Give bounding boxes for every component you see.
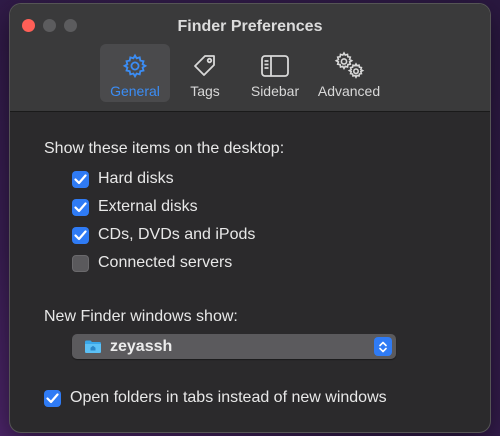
finder-preferences-window: Finder Preferences General Tags Sidebar … xyxy=(10,4,490,432)
new-window-heading: New Finder windows show: xyxy=(44,308,238,325)
cds-dvds-ipods-label: CDs, DVDs and iPods xyxy=(98,226,256,243)
checkmark-icon xyxy=(74,173,87,184)
tab-tags-label: Tags xyxy=(190,83,220,99)
gear-icon xyxy=(121,51,149,81)
checkmark-icon xyxy=(74,201,87,212)
desktop-items-heading: Show these items on the desktop: xyxy=(44,140,285,157)
new-window-location-value: zeyassh xyxy=(110,337,173,355)
general-pane: Show these items on the desktop: Hard di… xyxy=(10,112,490,432)
tab-advanced-label: Advanced xyxy=(317,83,381,99)
hard-disks-option[interactable]: Hard disks xyxy=(72,170,174,188)
hard-disks-checkbox[interactable] xyxy=(72,170,89,188)
tab-general[interactable]: General xyxy=(100,44,170,102)
checkmark-icon xyxy=(74,229,87,240)
external-disks-label: External disks xyxy=(98,198,198,215)
cds-dvds-ipods-option[interactable]: CDs, DVDs and iPods xyxy=(72,226,255,244)
window-title: Finder Preferences xyxy=(177,18,323,35)
external-disks-option[interactable]: External disks xyxy=(72,198,198,216)
tab-tags[interactable]: Tags xyxy=(170,44,240,102)
external-disks-checkbox[interactable] xyxy=(72,198,89,216)
tag-icon xyxy=(191,51,219,81)
hard-disks-label: Hard disks xyxy=(98,170,174,187)
cds-dvds-ipods-checkbox[interactable] xyxy=(72,226,89,244)
preferences-toolbar: General Tags Sidebar Advanced xyxy=(100,44,388,102)
open-folders-in-tabs-checkbox[interactable] xyxy=(44,389,61,407)
tab-general-label: General xyxy=(110,83,160,99)
open-folders-in-tabs-label: Open folders in tabs instead of new wind… xyxy=(70,389,387,406)
tab-advanced[interactable]: Advanced xyxy=(310,44,388,102)
tab-sidebar-label: Sidebar xyxy=(250,83,300,99)
tab-sidebar[interactable]: Sidebar xyxy=(240,44,310,102)
connected-servers-option[interactable]: Connected servers xyxy=(72,254,232,272)
popup-arrows-icon xyxy=(374,337,392,356)
connected-servers-checkbox[interactable] xyxy=(72,254,89,272)
title-bar: Finder Preferences General Tags Sidebar … xyxy=(10,4,490,112)
gears-icon xyxy=(332,51,366,81)
connected-servers-label: Connected servers xyxy=(98,254,233,271)
sidebar-icon xyxy=(260,51,290,81)
new-window-location-popup[interactable]: zeyassh xyxy=(72,334,396,359)
open-folders-in-tabs-option[interactable]: Open folders in tabs instead of new wind… xyxy=(44,389,387,407)
checkmark-icon xyxy=(46,392,59,403)
home-folder-icon xyxy=(84,339,102,354)
